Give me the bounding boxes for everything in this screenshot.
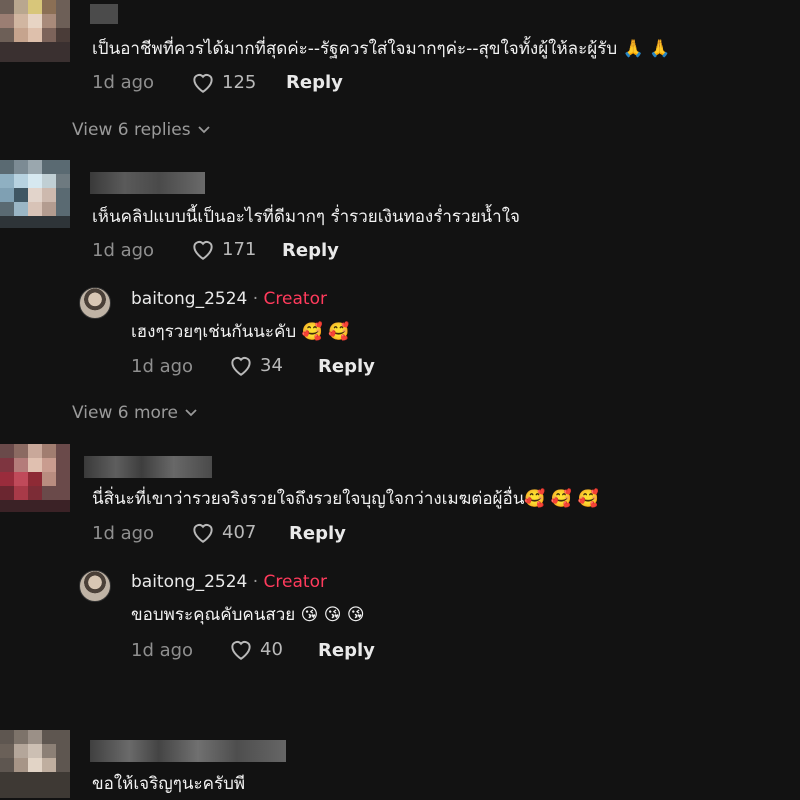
avatar[interactable] <box>0 160 70 228</box>
reply-text: เฮงๆรวยๆเช่นกันนะคับ 🥰 🥰 <box>131 322 350 342</box>
creator-badge: Creator <box>263 289 327 309</box>
like-count: 34 <box>260 354 283 376</box>
avatar[interactable] <box>0 730 70 798</box>
like-count: 171 <box>222 238 257 260</box>
like-button[interactable]: 407 <box>190 520 256 544</box>
view-replies-button[interactable]: View 6 replies <box>72 120 211 140</box>
creator-avatar[interactable] <box>79 287 111 319</box>
reply-button[interactable]: Reply <box>286 72 343 93</box>
username-blurred[interactable] <box>90 4 118 24</box>
creator-avatar[interactable] <box>79 570 111 602</box>
comment-text: ขอให้เจริญๆนะครับพี <box>92 774 246 794</box>
view-replies-label: View 6 replies <box>72 120 191 140</box>
comment-text: นี่สิ่นะที่เขาว่ารวยจริงรวยใจถึงรวยใจบุญ… <box>92 489 599 509</box>
reply-like-button[interactable]: 34 <box>228 353 283 377</box>
reply-time: 1d ago <box>131 356 194 377</box>
like-count: 125 <box>222 71 257 93</box>
separator-dot: · <box>252 572 259 592</box>
reply-username-line: baitong_2524 · Creator <box>131 289 327 309</box>
reply-text: ขอบพระคุณคับคนสวย 😘 😘 😘 <box>131 605 365 625</box>
comment-text: เห็นคลิปแบบนี้เป็นอะไรที่ดีมากๆ ร่ำรวยเง… <box>92 207 520 227</box>
view-more-button[interactable]: View 6 more <box>72 403 198 423</box>
comment-time: 1d ago <box>92 72 155 93</box>
username-blurred[interactable] <box>90 740 286 762</box>
avatar[interactable] <box>0 0 70 62</box>
reply-username[interactable]: baitong_2524 <box>131 289 247 309</box>
heart-icon <box>193 74 213 93</box>
reply-username-line: baitong_2524 · Creator <box>131 572 327 592</box>
view-more-label: View 6 more <box>72 403 179 423</box>
reply-time: 1d ago <box>131 640 194 661</box>
username-blurred[interactable] <box>84 456 212 478</box>
chevron-down-icon <box>197 126 210 134</box>
avatar[interactable] <box>0 444 70 512</box>
reply-username[interactable]: baitong_2524 <box>131 572 247 592</box>
like-button[interactable]: 125 <box>190 70 256 94</box>
comment-time: 1d ago <box>92 240 155 261</box>
creator-badge: Creator <box>263 572 327 592</box>
reply-button[interactable]: Reply <box>318 640 375 661</box>
heart-icon <box>193 241 213 260</box>
heart-icon <box>231 641 251 660</box>
heart-icon <box>231 357 251 376</box>
heart-icon <box>193 524 213 543</box>
comment-time: 1d ago <box>92 523 155 544</box>
like-count: 407 <box>222 521 257 543</box>
reply-button[interactable]: Reply <box>318 356 375 377</box>
reply-button[interactable]: Reply <box>282 240 339 261</box>
comment-text: เป็นอาชีพที่ควรได้มากที่สุดค่ะ--รัฐควรใส… <box>92 39 671 59</box>
reply-button[interactable]: Reply <box>289 523 346 544</box>
like-count: 40 <box>260 638 283 660</box>
like-button[interactable]: 171 <box>190 237 256 261</box>
separator-dot: · <box>252 289 259 309</box>
username-blurred[interactable] <box>90 172 205 194</box>
chevron-down-icon <box>185 409 197 417</box>
reply-like-button[interactable]: 40 <box>228 637 283 661</box>
